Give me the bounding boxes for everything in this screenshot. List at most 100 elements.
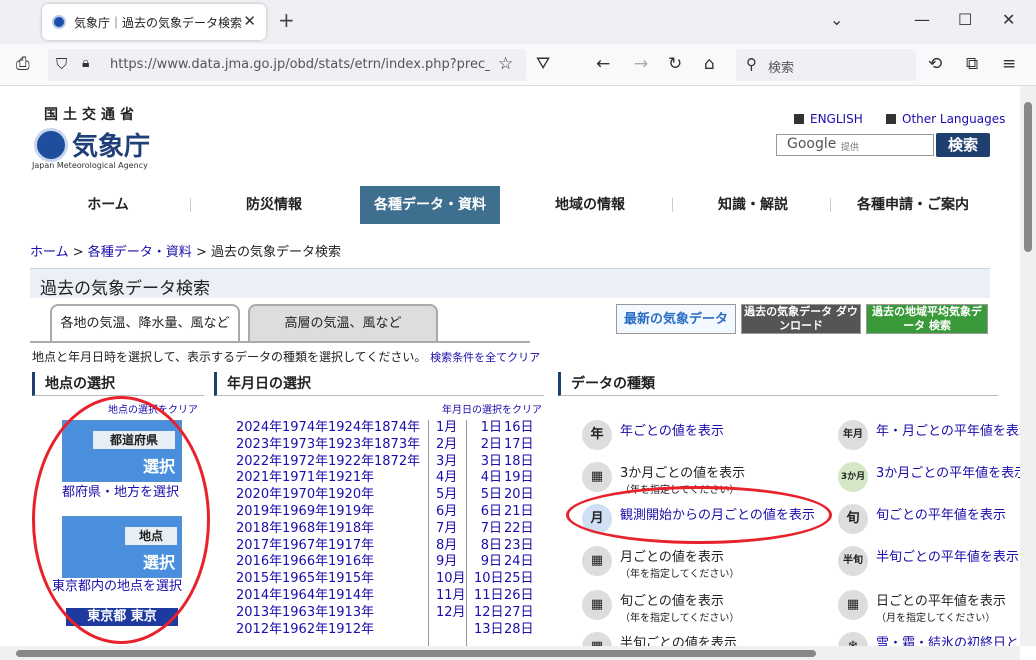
year-link[interactable]: 1872年 <box>374 454 420 471</box>
year-link[interactable]: 2016年 <box>236 554 282 571</box>
month-link[interactable]: 11月 <box>436 588 466 605</box>
day-link[interactable]: 26日 <box>504 588 534 605</box>
english-link[interactable]: ENGLISH <box>794 112 863 126</box>
day-link[interactable]: 8日 <box>474 538 502 555</box>
year-link[interactable]: 2021年 <box>236 470 282 487</box>
year-link[interactable]: 1915年 <box>328 571 374 588</box>
browser-tab[interactable]: 気象庁｜過去の気象データ検索 ✕ <box>42 4 266 40</box>
month-link[interactable]: 9月 <box>436 554 466 571</box>
year-link[interactable]: 1917年 <box>328 538 374 555</box>
other-languages-link[interactable]: Other Languages <box>886 112 1005 126</box>
regional-average-banner[interactable]: 過去の地域平均気象データ 検索 <box>866 304 988 334</box>
year-link[interactable]: 2019年 <box>236 504 282 521</box>
history-icon[interactable]: ⟲ <box>928 54 942 74</box>
day-link[interactable]: 28日 <box>504 622 534 639</box>
year-link[interactable]: 1873年 <box>374 437 420 454</box>
browser-search-input[interactable]: ⚲ 検索 <box>736 49 916 81</box>
print-icon[interactable]: ⎙ <box>16 54 30 74</box>
pocket-icon[interactable]: ⛛ <box>536 54 550 74</box>
year-link[interactable]: 1924年 <box>328 420 374 437</box>
vertical-scrollbar[interactable] <box>1020 86 1036 646</box>
day-link[interactable]: 3日 <box>474 454 502 471</box>
menu-data[interactable]: 各種データ・資料 <box>360 186 500 224</box>
scroll-thumb[interactable] <box>16 650 816 657</box>
day-link[interactable]: 22日 <box>504 521 534 538</box>
day-link[interactable]: 1日 <box>474 420 502 437</box>
download-banner[interactable]: 過去の気象データ ダウンロード <box>741 304 861 334</box>
menu-home[interactable]: ホーム <box>30 186 186 224</box>
type-link[interactable]: 旬ごとの平年値を表示 <box>876 504 1006 523</box>
breadcrumb-data[interactable]: 各種データ・資料 <box>88 245 192 260</box>
latest-data-banner[interactable]: 最新の気象データ <box>616 304 736 334</box>
day-link[interactable]: 23日 <box>504 538 534 555</box>
type-link[interactable]: 雪・霜・結氷の初終日と <box>876 632 1019 646</box>
year-link[interactable]: 2020年 <box>236 487 282 504</box>
type-link[interactable]: 年ごとの値を表示 <box>620 420 724 439</box>
day-link[interactable]: 9日 <box>474 554 502 571</box>
month-link[interactable]: 4月 <box>436 470 466 487</box>
year-link[interactable]: 1914年 <box>328 588 374 605</box>
site-search-button[interactable]: 検索 <box>936 133 990 157</box>
year-link[interactable]: 2013年 <box>236 605 282 622</box>
type-link[interactable]: 半旬ごとの平年値を表示 <box>876 546 1019 565</box>
type-link[interactable]: 年・月ごとの平年値を表示 <box>876 420 1020 439</box>
tab-surface[interactable]: 各地の気温、降水量、風など <box>50 304 240 342</box>
year-link[interactable]: 1919年 <box>328 504 374 521</box>
home-icon[interactable]: ⌂ <box>704 54 715 74</box>
year-link[interactable]: 1874年 <box>374 420 420 437</box>
day-link[interactable]: 27日 <box>504 605 534 622</box>
year-link[interactable]: 1962年 <box>282 622 328 639</box>
year-link[interactable]: 1920年 <box>328 487 374 504</box>
month-link[interactable]: 6月 <box>436 504 466 521</box>
horizontal-scrollbar[interactable] <box>0 646 1020 660</box>
lock-icon[interactable]: 🔒︎ <box>82 55 89 71</box>
menu-disaster[interactable]: 防災情報 <box>196 186 352 224</box>
day-link[interactable]: 16日 <box>504 420 534 437</box>
maximize-icon[interactable]: ☐ <box>958 10 972 29</box>
address-bar[interactable]: ⛉ 🔒︎ https://www.data.jma.go.jp/obd/stat… <box>48 49 526 81</box>
year-link[interactable]: 2024年 <box>236 420 282 437</box>
day-link[interactable]: 12日 <box>474 605 504 622</box>
month-link[interactable]: 2月 <box>436 437 466 454</box>
month-link[interactable]: 10月 <box>436 571 466 588</box>
year-link[interactable]: 1966年 <box>282 554 328 571</box>
year-link[interactable]: 1923年 <box>328 437 374 454</box>
back-icon[interactable]: ← <box>596 54 610 74</box>
year-link[interactable]: 1973年 <box>282 437 328 454</box>
day-link[interactable]: 18日 <box>504 454 534 471</box>
day-link[interactable]: 13日 <box>474 622 504 639</box>
year-link[interactable]: 1974年 <box>282 420 328 437</box>
day-link[interactable]: 21日 <box>504 504 534 521</box>
year-link[interactable]: 1912年 <box>328 622 374 639</box>
day-link[interactable]: 25日 <box>504 571 534 588</box>
menu-applications[interactable]: 各種申請・ご案内 <box>836 186 990 224</box>
year-link[interactable]: 1970年 <box>282 487 328 504</box>
scroll-thumb[interactable] <box>1024 102 1032 252</box>
year-link[interactable]: 1968年 <box>282 521 328 538</box>
day-link[interactable]: 20日 <box>504 487 534 504</box>
minimize-icon[interactable]: — <box>914 10 930 29</box>
reload-icon[interactable]: ↻ <box>668 54 682 74</box>
shield-icon[interactable]: ⛉ <box>56 55 67 73</box>
day-link[interactable]: 2日 <box>474 437 502 454</box>
menu-knowledge[interactable]: 知識・解説 <box>678 186 828 224</box>
english-link-text[interactable]: ENGLISH <box>810 112 863 126</box>
type-link[interactable]: 3か月ごとの平年値を表示 <box>876 462 1020 481</box>
year-link[interactable]: 1969年 <box>282 504 328 521</box>
year-link[interactable]: 2012年 <box>236 622 282 639</box>
close-window-icon[interactable]: ✕ <box>1002 10 1015 29</box>
year-link[interactable]: 1921年 <box>328 470 374 487</box>
breadcrumb-home[interactable]: ホーム <box>30 245 69 260</box>
day-link[interactable]: 17日 <box>504 437 534 454</box>
year-link[interactable]: 1913年 <box>328 605 374 622</box>
year-link[interactable]: 1964年 <box>282 588 328 605</box>
clear-all-link[interactable]: 検索条件を全てクリア <box>430 351 540 364</box>
day-link[interactable]: 6日 <box>474 504 502 521</box>
year-link[interactable]: 1971年 <box>282 470 328 487</box>
month-link[interactable]: 7月 <box>436 521 466 538</box>
month-link[interactable]: 5月 <box>436 487 466 504</box>
day-link[interactable]: 19日 <box>504 470 534 487</box>
year-link[interactable]: 1922年 <box>328 454 374 471</box>
month-link[interactable]: 1月 <box>436 420 466 437</box>
menu-icon[interactable]: ≡ <box>1002 54 1016 74</box>
